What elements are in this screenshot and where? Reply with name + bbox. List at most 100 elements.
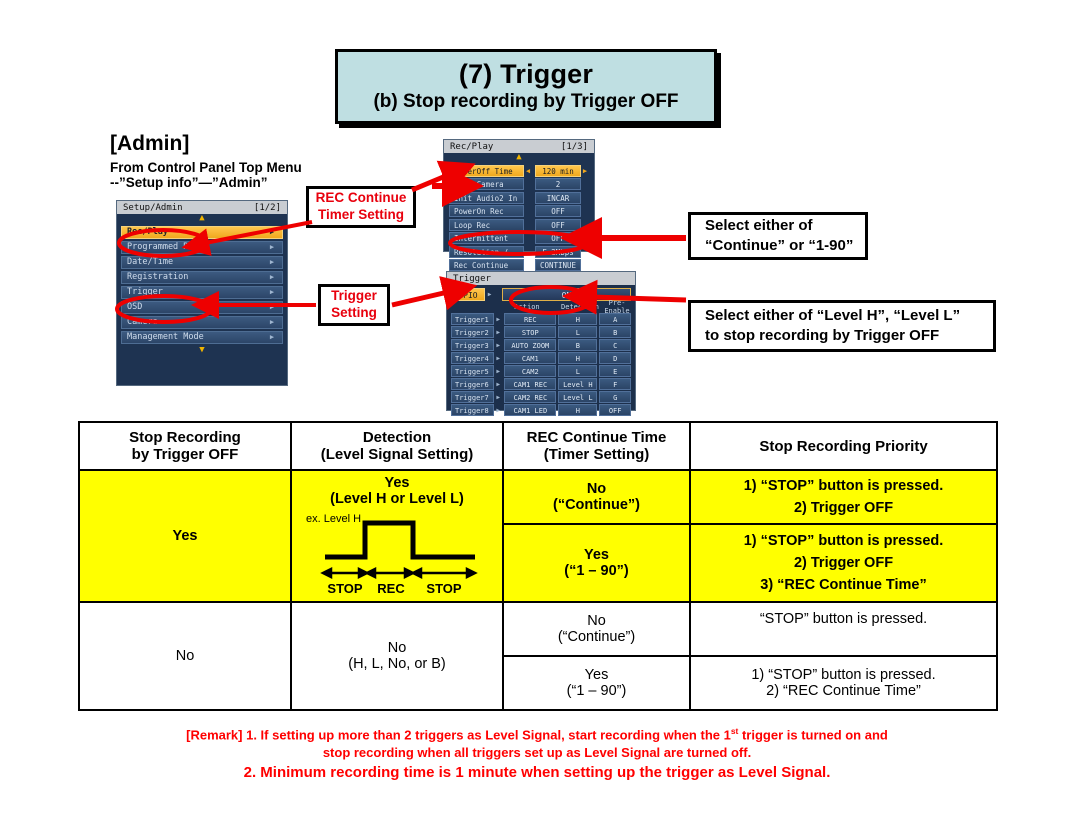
th-stop-recording-priority: Stop Recording Priority <box>689 421 998 471</box>
chevron-right-icon: ▶ <box>496 380 500 388</box>
th-stop-recording: Stop Recording by Trigger OFF <box>78 421 292 471</box>
trigger-action-cell[interactable]: CAM1 <box>504 352 557 364</box>
sidebar-item-programmed-rec[interactable]: Programmed Rec ▶ <box>121 241 283 254</box>
trigger-detection-cell[interactable]: L <box>558 365 598 377</box>
trigger-enable-cell[interactable]: G <box>599 391 631 403</box>
recplay-row[interactable]: Init Audio2 In Select INCAR <box>449 191 589 215</box>
label-text: Management Mode <box>127 332 204 342</box>
label-text: Rec/Play <box>127 227 168 237</box>
trigger-enable-cell[interactable]: D <box>599 352 631 364</box>
recplay-title: Rec/Play <box>450 141 494 152</box>
trigger-detection-cell[interactable]: H <box>558 313 598 325</box>
trigger-row-name: Trigger4 <box>451 352 494 364</box>
label-text: Date/Time <box>127 257 174 267</box>
recplay-row[interactable]: Loop Rec OFF <box>449 218 589 231</box>
remark-line1: [Remark] 1. If setting up more than 2 tr… <box>186 726 888 743</box>
sidebar-item-osd[interactable]: OSD ▶ <box>121 301 283 314</box>
recplay-row-value[interactable]: 2 <box>535 178 581 190</box>
trigger-row-name: Trigger5 <box>451 365 494 377</box>
recplay-row[interactable]: Resolution / Recrate F 2Mbps <box>449 245 589 269</box>
recplay-row-value[interactable]: OFF <box>535 218 581 231</box>
callout-trigger-line1: Trigger <box>331 288 377 304</box>
trigger-row[interactable]: Trigger8 ▶ CAM1 LED H OFF <box>451 404 631 416</box>
col-header-detection: Detection <box>561 303 599 311</box>
recplay-row[interactable]: PowerOn Rec OFF <box>449 205 589 217</box>
setup-admin-page: [1/2] <box>253 202 281 213</box>
trigger-row[interactable]: Trigger2 ▶ STOP L B <box>451 326 631 338</box>
trigger-action-cell[interactable]: CAM2 <box>504 365 557 377</box>
recplay-row-value[interactable]: OFF <box>535 205 581 217</box>
trigger-row[interactable]: Trigger6 ▶ CAM1 REC Level HF <box>451 378 631 390</box>
trigger-detection-cell[interactable]: H <box>558 404 598 416</box>
trigger-enable-cell[interactable]: OFF <box>599 404 631 416</box>
sidebar-item-registration[interactable]: Registration ▶ <box>121 271 283 284</box>
recplay-row[interactable]: Intermittent Rec OFF <box>449 232 589 255</box>
label-text: Registration <box>127 272 189 282</box>
trigger-enable-cell[interactable]: E <box>599 365 631 377</box>
recplay-row-value[interactable]: OFF <box>535 232 581 244</box>
sidebar-item-trigger[interactable]: Trigger ▶ <box>121 286 283 299</box>
recplay-row-name: Init Audio2 In Select <box>449 191 524 215</box>
sidebar-item-camera[interactable]: Camera ▶ <box>121 316 283 329</box>
trigger-row[interactable]: Trigger3 ▶ AUTO ZOOM B C <box>451 339 631 351</box>
wave-mark-stop-1: STOP <box>327 581 362 596</box>
callout-level-line1: Select either of “Level H”, “Level L” <box>705 307 961 325</box>
trigger-detection-cell[interactable]: L <box>558 326 598 338</box>
cell-priority-3: “STOP” button is pressed. <box>689 601 998 657</box>
trigger-action-cell[interactable]: CAM1 LED <box>504 404 557 416</box>
trigger-detection-cell[interactable]: B <box>558 339 598 351</box>
callout-select-continue: Select either of “Continue” or “1-90” <box>688 212 868 260</box>
trigger-row[interactable]: Trigger5 ▶ CAM2 L E <box>451 365 631 377</box>
trigger-action-cell[interactable]: REC <box>504 313 557 325</box>
menu-item-label: Date/Time ▶ <box>121 256 283 269</box>
right-arrow-icon: ▶ <box>582 166 588 175</box>
trigger-enable-cell[interactable]: F <box>599 378 631 390</box>
remark-block: [Remark] 1. If setting up more than 2 tr… <box>78 726 996 784</box>
wave-mark-rec: REC <box>377 581 405 596</box>
trigger-panel: Trigger GPIO ▶ ON Action Detection Pre-E… <box>446 271 636 416</box>
trigger-enable-cell[interactable]: A <box>599 313 631 325</box>
trigger-action-cell[interactable]: AUTO ZOOM <box>504 339 557 351</box>
recplay-row[interactable]: Init Camera Select 2 <box>449 178 589 201</box>
menu-item-label: Camera ▶ <box>121 316 283 329</box>
recplay-row-name: Init Camera Select <box>449 178 524 201</box>
trigger-detection-cell[interactable]: Level H <box>558 378 598 390</box>
scroll-up-caret-icon[interactable]: ▲ <box>117 214 287 224</box>
callout-trigger-line2: Setting <box>331 305 377 320</box>
recplay-row-value[interactable]: INCAR <box>535 191 581 204</box>
chevron-right-icon: ▶ <box>269 258 275 266</box>
trigger-enable-cell[interactable]: B <box>599 326 631 338</box>
trigger-row[interactable]: Trigger4 ▶ CAM1 H D <box>451 352 631 364</box>
gpio-label: GPIO <box>451 288 485 301</box>
recplay-row[interactable]: PowerOff Time ◀ 120 min ▶ <box>449 164 589 177</box>
recplay-row-value[interactable]: F 2Mbps <box>535 245 581 258</box>
callout-level-line2: to stop recording by Trigger OFF <box>705 327 940 344</box>
recplay-scroll-up-caret-icon[interactable]: ▲ <box>444 153 594 163</box>
trigger-row-name: Trigger1 <box>451 313 494 325</box>
scroll-down-caret-icon[interactable]: ▼ <box>117 346 287 356</box>
sidebar-item-date-time[interactable]: Date/Time ▶ <box>121 256 283 269</box>
trigger-action-cell[interactable]: CAM1 REC <box>504 378 557 390</box>
chevron-right-icon: ▶ <box>496 354 500 362</box>
wave-mark-stop-2: STOP <box>426 581 461 596</box>
setup-admin-title: Setup/Admin <box>123 202 183 213</box>
setup-admin-panel: Setup/Admin [1/2] ▲ Rec/Play ▶ Programmed … <box>116 200 288 386</box>
callout-trigger-setting: Trigger Setting <box>318 284 390 326</box>
sidebar-item-rec-play[interactable]: Rec/Play ▶ <box>121 226 283 239</box>
trigger-detection-cell[interactable]: Level L <box>558 391 598 403</box>
recplay-row[interactable]: Rec Continue Time CONTINUE <box>449 259 589 282</box>
trigger-row[interactable]: Trigger1 ▶ REC H A <box>451 313 631 325</box>
trigger-action-cell[interactable]: STOP <box>504 326 557 338</box>
comparison-table: Stop Recording by Trigger OFF Detection … <box>78 421 998 711</box>
trigger-action-cell[interactable]: CAM2 REC <box>504 391 557 403</box>
menu-item-label: Rec/Play ▶ <box>121 226 283 239</box>
col-header-action: Action <box>514 303 540 311</box>
cell-rec-continue-no: No (“Continue”) <box>502 468 691 526</box>
trigger-row[interactable]: Trigger7 ▶ CAM2 REC Level LG <box>451 391 631 403</box>
trigger-enable-cell[interactable]: C <box>599 339 631 351</box>
recplay-row-value[interactable]: 120 min <box>535 164 581 177</box>
recplay-row-value[interactable]: CONTINUE <box>535 259 581 271</box>
trigger-detection-cell[interactable]: H <box>558 352 598 364</box>
sidebar-item-management-mode[interactable]: Management Mode ▶ <box>121 331 283 344</box>
cell-priority-4: 1) “STOP” button is pressed. 2) “REC Con… <box>689 655 998 711</box>
